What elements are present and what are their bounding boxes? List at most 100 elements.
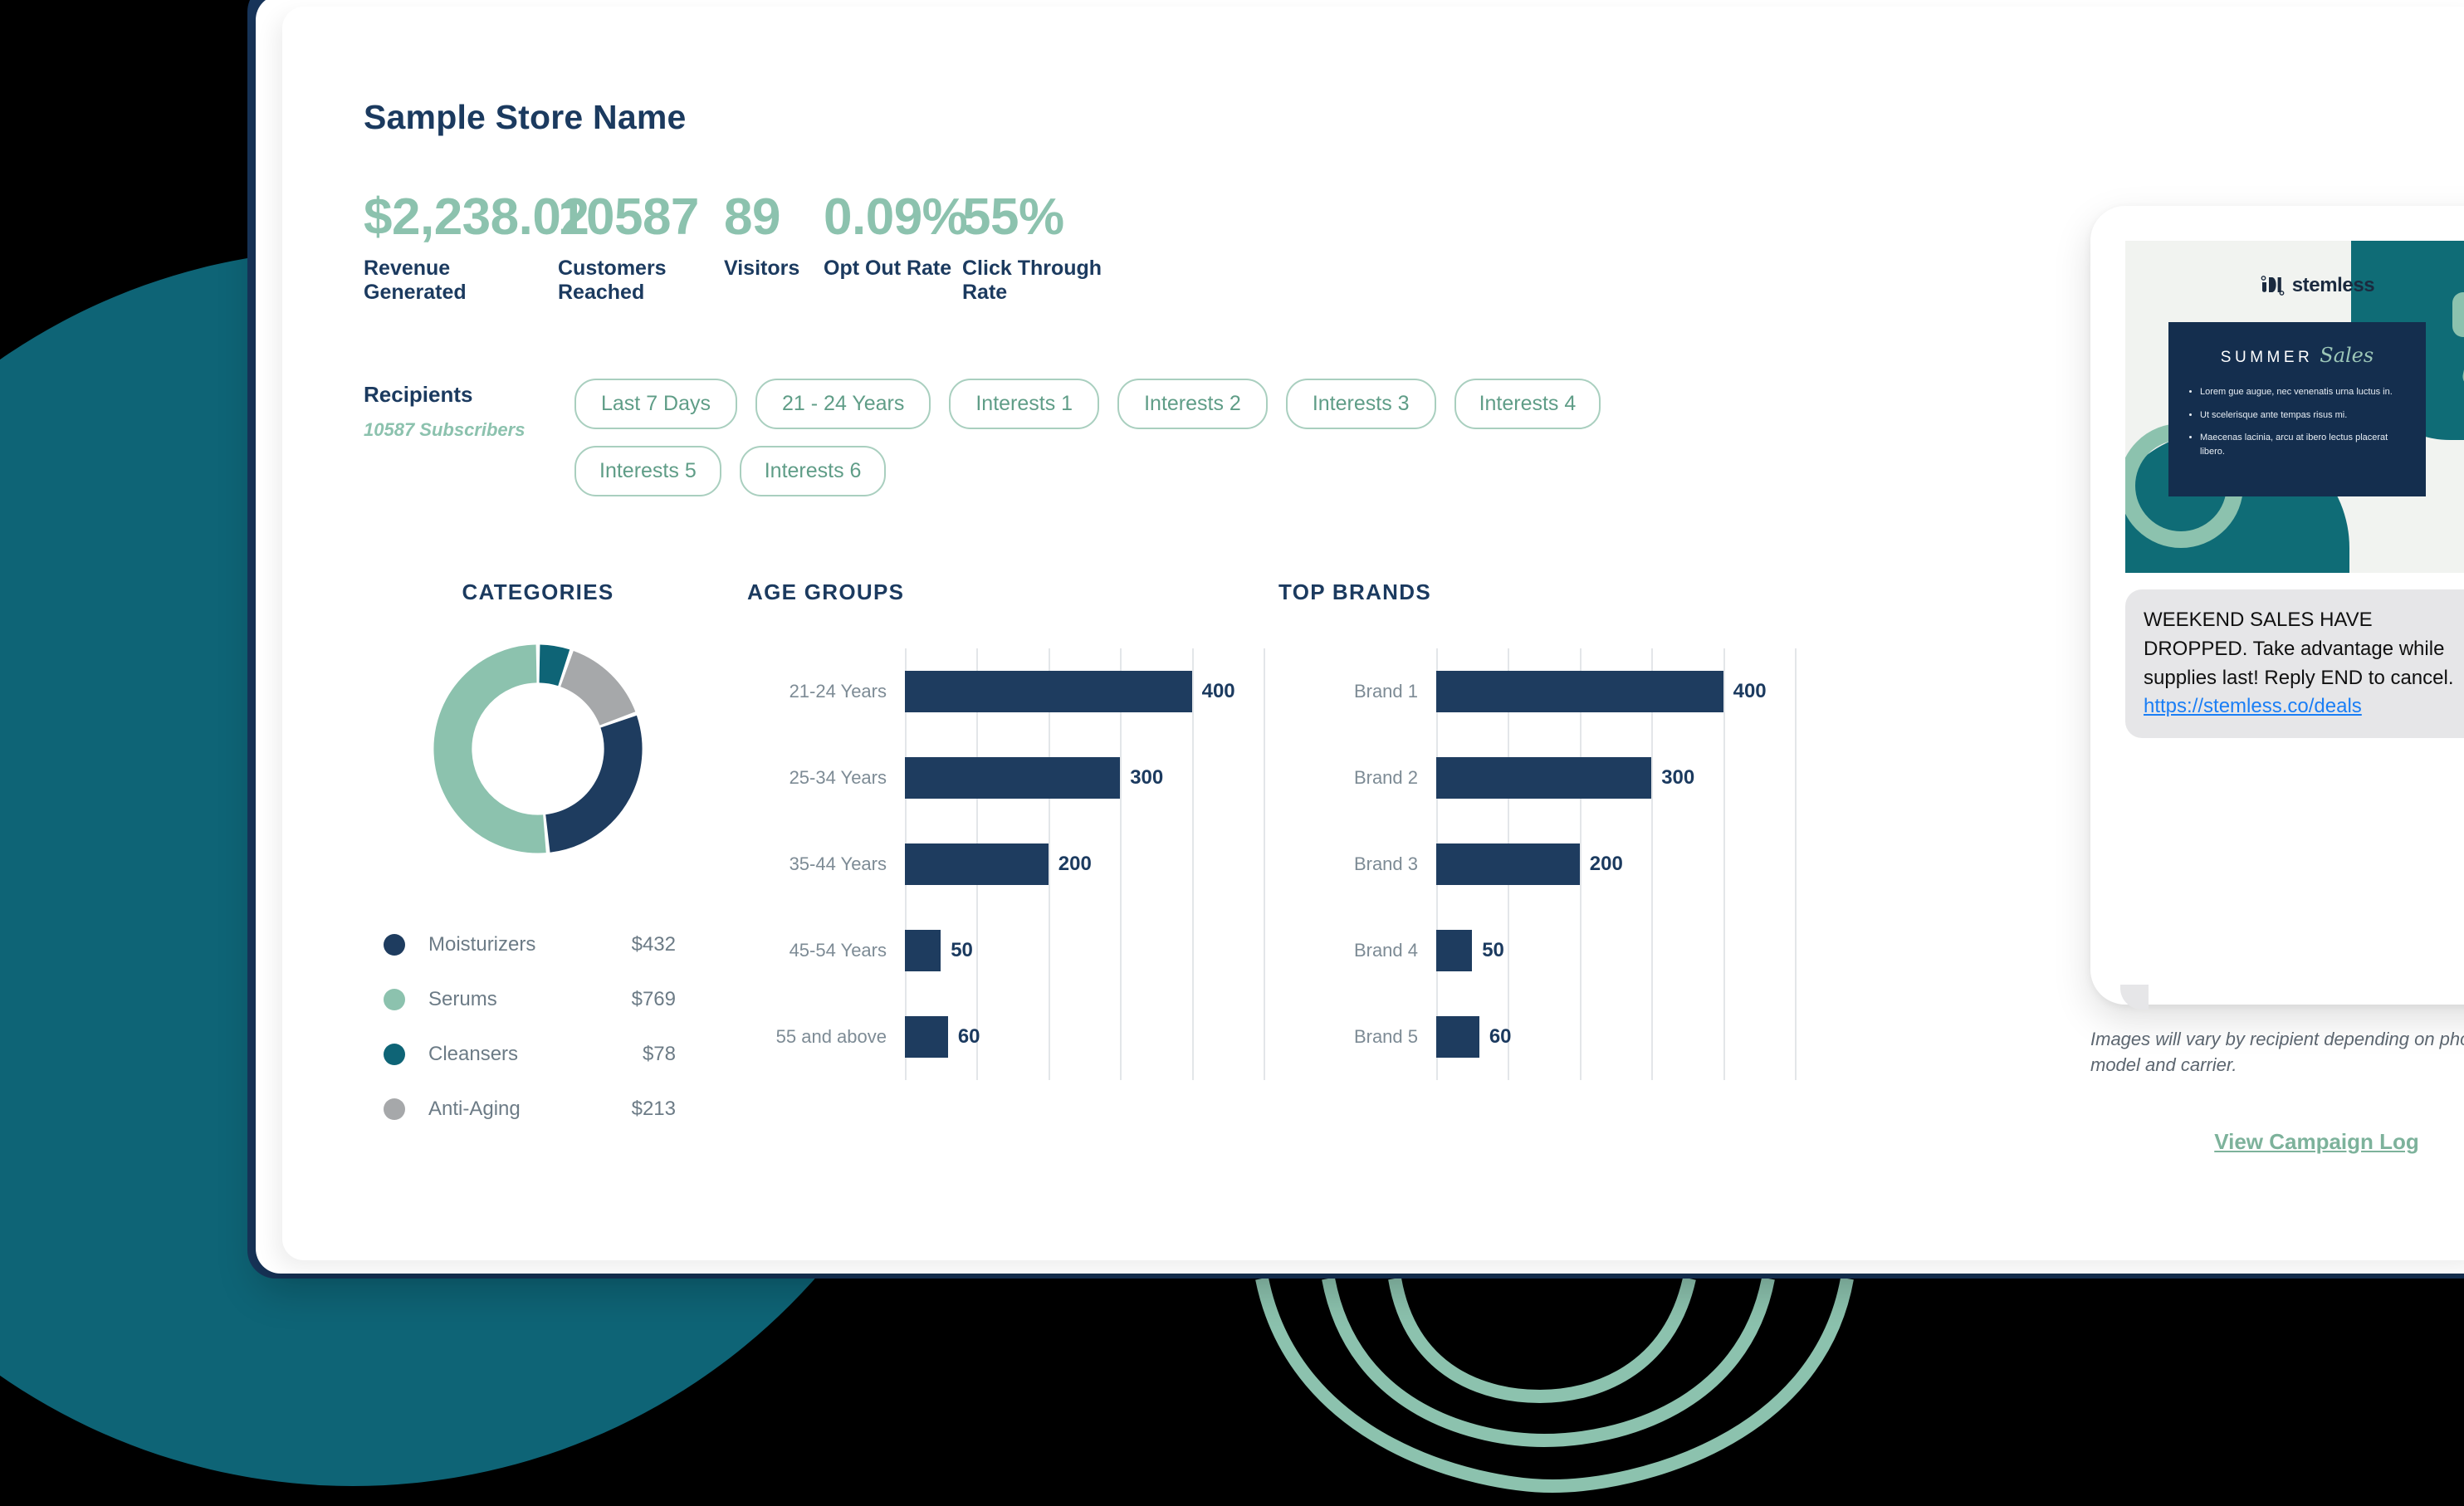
age-groups-panel: AGE GROUPS 21-24 Years 400 25-34 Years 300 3… xyxy=(747,579,1278,1080)
metric-value: 55% xyxy=(962,188,1064,246)
bar-row: 55 and above 60 xyxy=(747,994,1278,1080)
bar-category-label: 35-44 Years xyxy=(789,853,887,874)
view-campaign-log-link[interactable]: View Campaign Log xyxy=(2090,1129,2464,1155)
bar-category-label: Brand 2 xyxy=(1353,767,1418,788)
bar-row: Brand 1 400 xyxy=(1278,648,1810,735)
bar-row: Brand 2 300 xyxy=(1278,735,1810,821)
bar xyxy=(905,757,1121,799)
bar-row: Brand 4 50 xyxy=(1278,907,1810,994)
page-title: Sample Store Name xyxy=(364,98,687,136)
bar-category-label: 55 and above xyxy=(775,1026,887,1047)
filter-chip-21-24-years[interactable]: 21 - 24 Years xyxy=(755,379,931,429)
donut-chart-svg xyxy=(433,644,643,853)
phone-preview: stemless SUMMER Sales Lorem gue augue, n… xyxy=(2090,206,2464,1010)
legend-item-moisturizers: Moisturizers $432 xyxy=(364,917,712,972)
donut-segment xyxy=(560,650,636,726)
bar-category-label: 25-34 Years xyxy=(789,767,887,788)
legend-value: $213 xyxy=(631,1098,676,1120)
categories-title: CATEGORIES xyxy=(462,579,614,604)
bar-category-label: Brand 1 xyxy=(1353,681,1418,702)
legend-swatch xyxy=(384,989,405,1010)
metric-value: 0.09% xyxy=(824,188,968,246)
background-arcs-decoration xyxy=(1255,1279,1854,1494)
dashboard-card: Sample Store Name $2,238.02 Revenue Gene… xyxy=(282,7,2464,1260)
promo-bullet: Lorem gue augue, nec venenatis urna luct… xyxy=(2200,385,2408,399)
age-groups-chart: 21-24 Years 400 25-34 Years 300 35-44 Years 2… xyxy=(747,648,1278,1080)
bar-row: 25-34 Years 300 xyxy=(747,735,1278,821)
bar-category-label: Brand 5 xyxy=(1353,1026,1418,1047)
bar-value-label: 60 xyxy=(957,1025,980,1048)
legend-item-anti-aging: Anti-Aging $213 xyxy=(364,1082,712,1137)
bar-value-label: 200 xyxy=(1058,853,1092,875)
stemless-leaf-icon xyxy=(2261,276,2285,296)
bar-value-label: 300 xyxy=(1130,766,1164,789)
filter-chip-interests-5[interactable]: Interests 5 xyxy=(574,446,721,496)
bar-category-label: Brand 3 xyxy=(1353,853,1418,874)
bar-value-label: 50 xyxy=(951,939,973,961)
bar-row: 21-24 Years 400 xyxy=(747,648,1278,735)
bar-value-label: 200 xyxy=(1589,853,1623,875)
filter-chip-last-7-days[interactable]: Last 7 Days xyxy=(574,379,738,429)
brand-logo: stemless xyxy=(2125,274,2464,297)
filter-chip-interests-1[interactable]: Interests 1 xyxy=(949,379,1100,429)
filter-chip-interests-4[interactable]: Interests 4 xyxy=(1454,379,1601,429)
bar-category-label: Brand 4 xyxy=(1353,940,1418,961)
legend-label: Anti-Aging xyxy=(428,1098,521,1120)
legend-item-serums: Serums $769 xyxy=(364,972,712,1027)
donut-segment xyxy=(433,644,546,853)
metric-label: Opt Out Rate xyxy=(824,257,952,281)
recipient-filter-chips: Last 7 Days 21 - 24 Years Interests 1 In… xyxy=(574,379,1679,496)
bar xyxy=(1436,843,1580,885)
promo-card: SUMMER Sales Lorem gue augue, nec venena… xyxy=(2168,322,2426,496)
metric-label: Click Through Rate xyxy=(962,257,1102,305)
promo-bullet-list: Lorem gue augue, nec venenatis urna luct… xyxy=(2187,385,2408,458)
bar xyxy=(905,843,1049,885)
bar-row: 45-54 Years 50 xyxy=(747,907,1278,994)
mms-image: stemless SUMMER Sales Lorem gue augue, n… xyxy=(2125,241,2464,573)
bar xyxy=(1436,671,1723,712)
donut-chart xyxy=(364,637,712,861)
legend-item-cleansers: Cleansers $78 xyxy=(364,1027,712,1082)
bar xyxy=(905,671,1192,712)
preview-disclaimer: Images will vary by recipient depending … xyxy=(2090,1029,2464,1076)
age-groups-title: AGE GROUPS xyxy=(747,579,905,604)
top-brands-chart: Brand 1 400 Brand 2 300 Brand 3 200 Brand 4 50 B… xyxy=(1278,648,1810,1080)
sms-message-link[interactable]: https://stemless.co/deals xyxy=(2144,695,2362,717)
recipients-subscriber-count: 10587 Subscribers xyxy=(364,419,526,440)
filter-chip-interests-3[interactable]: Interests 3 xyxy=(1285,379,1436,429)
filter-chip-interests-2[interactable]: Interests 2 xyxy=(1117,379,1268,429)
bar-row: Brand 3 200 xyxy=(1278,821,1810,907)
metric-value: 89 xyxy=(724,188,780,246)
bar-value-label: 400 xyxy=(1733,680,1767,702)
metric-click-through-rate: 55% Click Through Rate xyxy=(962,191,1128,305)
bar xyxy=(1436,1016,1479,1058)
metric-revenue: $2,238.02 Revenue Generated xyxy=(364,191,589,305)
top-brands-panel: TOP BRANDS Brand 1 400 Brand 2 300 Brand 3 20… xyxy=(1278,579,1810,1080)
filter-chip-interests-6[interactable]: Interests 6 xyxy=(739,446,887,496)
promo-bullet: Ut scelerisque ante tempas risus mi. xyxy=(2200,408,2408,423)
promo-heading-primary: SUMMER xyxy=(2220,349,2314,366)
brand-logo-text: stemless xyxy=(2291,274,2375,296)
categories-panel: CATEGORIES Moisturizers $432 Serums $769… xyxy=(364,579,712,1137)
bar xyxy=(1436,757,1652,799)
legend-value: $78 xyxy=(642,1043,676,1065)
page-root: Sample Store Name $2,238.02 Revenue Gene… xyxy=(0,0,2464,1506)
bar xyxy=(1436,930,1473,971)
recipients-block: Recipients 10587 Subscribers xyxy=(364,382,571,441)
sms-message-bubble: WEEKEND SALES HAVE DROPPED. Take advanta… xyxy=(2125,589,2464,739)
legend-value: $432 xyxy=(631,933,676,956)
legend-swatch xyxy=(384,1044,405,1065)
bar-value-label: 300 xyxy=(1661,766,1695,789)
metric-label: Revenue Generated xyxy=(364,257,467,305)
legend-swatch xyxy=(384,934,405,956)
bar-value-label: 60 xyxy=(1489,1025,1512,1048)
bar-row: Brand 5 60 xyxy=(1278,994,1810,1080)
legend-swatch xyxy=(384,1098,405,1120)
sms-bubble-tail xyxy=(2120,985,2149,1010)
top-brands-title: TOP BRANDS xyxy=(1278,579,1431,604)
metric-opt-out-rate: 0.09% Opt Out Rate xyxy=(824,188,968,281)
bar xyxy=(905,930,941,971)
legend-label: Moisturizers xyxy=(428,933,536,956)
donut-segment xyxy=(538,644,570,687)
metric-label: Customers Reached xyxy=(558,257,667,305)
